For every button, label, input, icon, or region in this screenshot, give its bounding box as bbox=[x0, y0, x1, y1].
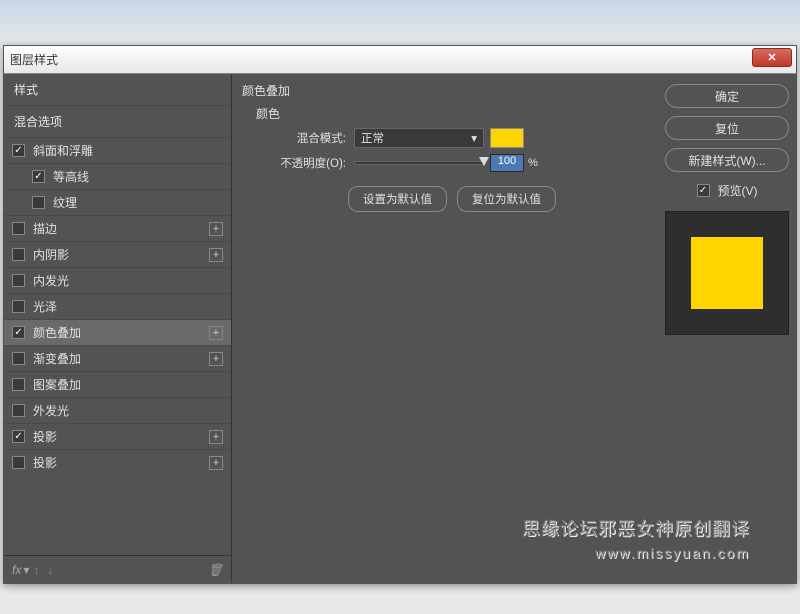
close-button[interactable]: ✕ bbox=[752, 48, 792, 67]
blend-mode-label: 混合模式: bbox=[256, 130, 346, 146]
style-item[interactable]: 描边 + bbox=[4, 215, 231, 241]
opacity-slider[interactable] bbox=[354, 161, 484, 165]
style-item-label: 投影 bbox=[33, 428, 57, 445]
style-item-label: 描边 bbox=[33, 220, 57, 237]
style-item-label: 等高线 bbox=[53, 168, 89, 185]
style-checkbox[interactable] bbox=[12, 378, 25, 391]
style-item[interactable]: 投影 + bbox=[4, 423, 231, 449]
ok-button[interactable]: 确定 bbox=[665, 84, 789, 108]
style-item[interactable]: 等高线 bbox=[4, 163, 231, 189]
move-down-icon[interactable]: ↓ bbox=[47, 563, 53, 577]
style-item-label: 图案叠加 bbox=[33, 376, 81, 393]
style-checkbox[interactable] bbox=[12, 300, 25, 313]
set-default-button[interactable]: 设置为默认值 bbox=[348, 186, 447, 212]
add-effect-icon[interactable]: + bbox=[209, 352, 223, 366]
styles-panel: 样式 混合选项 斜面和浮雕等高线纹理描边 + 内阴影 + 内发光光泽颜色叠加 + 渐变叠加 +… bbox=[4, 74, 232, 583]
add-effect-icon[interactable]: + bbox=[209, 326, 223, 340]
style-item-label: 斜面和浮雕 bbox=[33, 142, 93, 159]
trash-icon[interactable]: 🗑 bbox=[208, 563, 223, 577]
style-checkbox[interactable] bbox=[12, 430, 25, 443]
chevron-down-icon: ▾ bbox=[471, 131, 477, 145]
style-checkbox[interactable] bbox=[12, 456, 25, 469]
style-item-label: 渐变叠加 bbox=[33, 350, 81, 367]
blend-options-header[interactable]: 混合选项 bbox=[4, 105, 231, 137]
preview-checkbox[interactable] bbox=[697, 184, 710, 197]
style-item[interactable]: 外发光 bbox=[4, 397, 231, 423]
opacity-input[interactable]: 100 bbox=[490, 154, 524, 172]
fx-label[interactable]: fx bbox=[12, 563, 21, 577]
style-checkbox[interactable] bbox=[12, 404, 25, 417]
style-item-label: 投影 bbox=[33, 454, 57, 471]
style-item-label: 颜色叠加 bbox=[33, 324, 81, 341]
preview-area bbox=[665, 211, 789, 335]
color-swatch[interactable] bbox=[490, 128, 524, 148]
window-title: 图层样式 bbox=[10, 51, 58, 68]
settings-panel: 颜色叠加 颜色 混合模式: 正常 ▾ 不透明度(O): 100 bbox=[232, 74, 658, 583]
style-item[interactable]: 投影 + bbox=[4, 449, 231, 475]
add-effect-icon[interactable]: + bbox=[209, 430, 223, 444]
style-item[interactable]: 内阴影 + bbox=[4, 241, 231, 267]
style-item-label: 内阴影 bbox=[33, 246, 69, 263]
styles-header[interactable]: 样式 bbox=[4, 74, 231, 105]
style-item-label: 外发光 bbox=[33, 402, 69, 419]
style-checkbox[interactable] bbox=[32, 170, 45, 183]
style-item[interactable]: 内发光 bbox=[4, 267, 231, 293]
reset-default-button[interactable]: 复位为默认值 bbox=[457, 186, 556, 212]
style-checkbox[interactable] bbox=[12, 274, 25, 287]
style-checkbox[interactable] bbox=[32, 196, 45, 209]
style-checkbox[interactable] bbox=[12, 222, 25, 235]
new-style-button[interactable]: 新建样式(W)... bbox=[665, 148, 789, 172]
move-up-icon[interactable]: ↑ bbox=[33, 563, 39, 577]
preview-swatch bbox=[691, 237, 763, 309]
panel-title: 颜色叠加 bbox=[242, 82, 648, 99]
style-checkbox[interactable] bbox=[12, 144, 25, 157]
blend-mode-select[interactable]: 正常 ▾ bbox=[354, 128, 484, 148]
slider-thumb-icon[interactable] bbox=[479, 157, 489, 166]
style-item[interactable]: 光泽 bbox=[4, 293, 231, 319]
preview-checkbox-row[interactable]: 预览(V) bbox=[697, 182, 758, 199]
add-effect-icon[interactable]: + bbox=[209, 456, 223, 470]
style-checkbox[interactable] bbox=[12, 352, 25, 365]
opacity-label: 不透明度(O): bbox=[256, 155, 346, 171]
style-item[interactable]: 渐变叠加 + bbox=[4, 345, 231, 371]
close-icon: ✕ bbox=[767, 51, 776, 64]
style-item-label: 光泽 bbox=[33, 298, 57, 315]
actions-panel: 确定 复位 新建样式(W)... 预览(V) bbox=[658, 74, 796, 583]
style-item[interactable]: 颜色叠加 + bbox=[4, 319, 231, 345]
styles-footer: fx▾ ↑ ↓ 🗑 bbox=[4, 555, 231, 583]
style-item-label: 纹理 bbox=[53, 194, 77, 211]
panel-subtitle: 颜色 bbox=[256, 105, 648, 122]
opacity-unit: % bbox=[528, 157, 538, 169]
titlebar[interactable]: 图层样式 ✕ bbox=[4, 46, 796, 74]
style-checkbox[interactable] bbox=[12, 248, 25, 261]
style-item[interactable]: 斜面和浮雕 bbox=[4, 137, 231, 163]
style-item[interactable]: 图案叠加 bbox=[4, 371, 231, 397]
preview-label: 预览(V) bbox=[718, 182, 758, 199]
style-checkbox[interactable] bbox=[12, 326, 25, 339]
style-item-label: 内发光 bbox=[33, 272, 69, 289]
style-item[interactable]: 纹理 bbox=[4, 189, 231, 215]
add-effect-icon[interactable]: + bbox=[209, 248, 223, 262]
add-effect-icon[interactable]: + bbox=[209, 222, 223, 236]
style-list: 斜面和浮雕等高线纹理描边 + 内阴影 + 内发光光泽颜色叠加 + 渐变叠加 + 图案叠加外发光投… bbox=[4, 137, 231, 555]
layer-style-dialog: 图层样式 ✕ 样式 混合选项 斜面和浮雕等高线纹理描边+内阴影+内发光光泽颜色叠… bbox=[3, 45, 797, 584]
reset-button[interactable]: 复位 bbox=[665, 116, 789, 140]
